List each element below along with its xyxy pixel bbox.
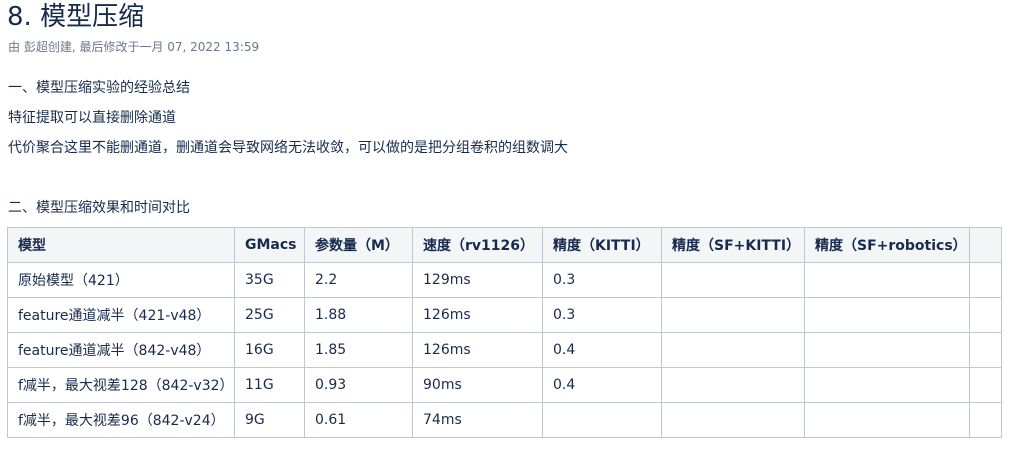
column-header-empty xyxy=(969,227,1002,263)
column-header-accuracy-sf-kitti: 精度（SF+KITTI） xyxy=(661,227,805,263)
table-cell: 2.2 xyxy=(304,262,413,298)
table-cell xyxy=(969,262,1002,298)
table-cell xyxy=(804,332,970,368)
table-cell: 126ms xyxy=(412,297,543,333)
table-cell: 原始模型（421） xyxy=(7,262,235,298)
table-cell xyxy=(661,367,805,403)
table-cell xyxy=(804,402,970,438)
table-cell xyxy=(969,402,1002,438)
column-header-gmacs: GMacs xyxy=(234,227,305,263)
page-title: 8. 模型压缩 xyxy=(7,2,145,32)
column-header-params: 参数量（M） xyxy=(304,227,413,263)
table-cell xyxy=(542,402,662,438)
table-cell: 0.3 xyxy=(542,297,662,333)
table-cell xyxy=(969,367,1002,403)
column-header-accuracy-sf-robotics: 精度（SF+robotics） xyxy=(804,227,970,263)
table-row: f减半，最大视差128（842-v32） 11G 0.93 90ms 0.4 xyxy=(7,367,1002,403)
column-header-accuracy-kitti: 精度（KITTI） xyxy=(542,227,662,263)
table-cell: 0.93 xyxy=(304,367,413,403)
table-cell: 74ms xyxy=(412,402,543,438)
table-cell: feature通道减半（842-v48） xyxy=(7,332,235,368)
table-cell: feature通道减半（421-v48） xyxy=(7,297,235,333)
table-cell: f减半，最大视差128（842-v32） xyxy=(7,367,235,403)
table-cell: 129ms xyxy=(412,262,543,298)
paragraph-cost-aggregation: 代价聚合这里不能删通道，删通道会导致网络无法收敛，可以做的是把分组卷积的组数调大 xyxy=(8,140,568,156)
table-cell: 35G xyxy=(234,262,305,298)
table-header-row: 模型 GMacs 参数量（M） 速度（rv1126） 精度（KITTI） 精度（… xyxy=(7,227,1002,263)
section-heading-experience: 一、模型压缩实验的经验总结 xyxy=(8,80,190,96)
table-cell xyxy=(804,297,970,333)
table-cell: 126ms xyxy=(412,332,543,368)
table-cell xyxy=(969,332,1002,368)
table-cell xyxy=(804,262,970,298)
table-cell: 0.4 xyxy=(542,367,662,403)
page-metadata: 由 彭超创建, 最后修改于一月 07, 2022 13:59 xyxy=(8,40,260,54)
table-cell: 0.3 xyxy=(542,262,662,298)
table-cell xyxy=(804,367,970,403)
table-cell xyxy=(661,402,805,438)
column-header-model: 模型 xyxy=(7,227,235,263)
table-row: feature通道减半（842-v48） 16G 1.85 126ms 0.4 xyxy=(7,332,1002,368)
table-cell xyxy=(969,297,1002,333)
table-cell: f减半，最大视差96（842-v24） xyxy=(7,402,235,438)
table-cell: 1.88 xyxy=(304,297,413,333)
table-cell: 1.85 xyxy=(304,332,413,368)
table-cell xyxy=(661,262,805,298)
paragraph-feature-extraction: 特征提取可以直接删除通道 xyxy=(8,110,176,126)
section-heading-comparison: 二、模型压缩效果和时间对比 xyxy=(8,200,190,216)
column-header-speed: 速度（rv1126） xyxy=(412,227,543,263)
table-cell xyxy=(661,332,805,368)
table-cell: 90ms xyxy=(412,367,543,403)
table-row: f减半，最大视差96（842-v24） 9G 0.61 74ms xyxy=(7,402,1002,438)
table-cell xyxy=(661,297,805,333)
table-cell: 9G xyxy=(234,402,305,438)
table-cell: 11G xyxy=(234,367,305,403)
table-cell: 16G xyxy=(234,332,305,368)
table-cell: 0.61 xyxy=(304,402,413,438)
table-row: feature通道减半（421-v48） 25G 1.88 126ms 0.3 xyxy=(7,297,1002,333)
table-row: 原始模型（421） 35G 2.2 129ms 0.3 xyxy=(7,262,1002,298)
comparison-table: 模型 GMacs 参数量（M） 速度（rv1126） 精度（KITTI） 精度（… xyxy=(7,227,1002,438)
table-cell: 0.4 xyxy=(542,332,662,368)
table-cell: 25G xyxy=(234,297,305,333)
